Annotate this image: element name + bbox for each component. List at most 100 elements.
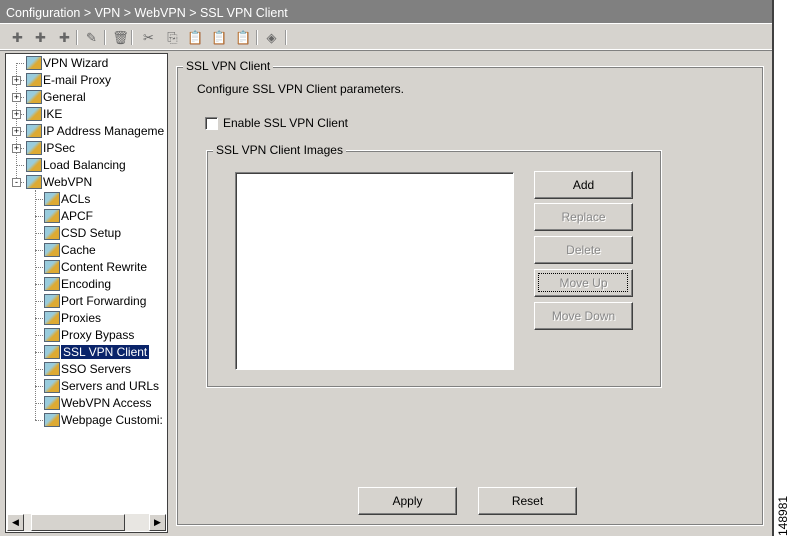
tree-line — [35, 284, 43, 285]
tree-line — [35, 267, 43, 268]
tree-item[interactable]: Port Forwarding — [44, 293, 146, 310]
reset-button[interactable]: Reset — [478, 487, 577, 515]
expand-icon[interactable]: + — [12, 93, 21, 102]
expand-icon[interactable]: + — [12, 144, 21, 153]
tree-line — [16, 63, 24, 64]
tree-item[interactable]: Encoding — [44, 276, 111, 293]
tree-item[interactable]: IKE — [26, 106, 62, 123]
toolbar-separator — [76, 30, 78, 45]
tree-item-label: IP Address Manageme — [43, 124, 165, 138]
tree-item[interactable]: IP Address Manageme — [26, 123, 164, 140]
tree-line — [35, 403, 43, 404]
tree-line — [35, 250, 43, 251]
tree-item[interactable]: Proxy Bypass — [44, 327, 134, 344]
images-listbox[interactable] — [235, 172, 514, 370]
enable-ssl-vpn-client-checkbox[interactable]: Enable SSL VPN Client — [205, 116, 348, 130]
tree-node-icon — [44, 311, 60, 325]
cut-icon[interactable]: ✂ — [140, 29, 157, 46]
tree-node-icon — [26, 175, 42, 189]
tree-line — [35, 318, 43, 319]
add-icon[interactable]: ✚ — [9, 29, 26, 46]
insert-icon[interactable]: ✚ — [32, 29, 49, 46]
tree-item[interactable]: General — [26, 89, 86, 106]
tree-item[interactable]: WebVPN Access — [44, 395, 151, 412]
add-button[interactable]: Add — [534, 171, 633, 199]
scroll-right-button[interactable]: ▶ — [149, 514, 166, 531]
tree-item[interactable]: APCF — [44, 208, 93, 225]
tree-item[interactable]: CSD Setup — [44, 225, 121, 242]
paste-before-icon[interactable]: 📋 — [235, 29, 252, 46]
tree-node-icon — [44, 379, 60, 393]
tree-node-icon — [26, 90, 42, 104]
paste-after-icon[interactable]: 📋 — [211, 29, 228, 46]
tree-item-label: Encoding — [61, 277, 112, 291]
tree-item[interactable]: SSL VPN Client — [44, 344, 150, 361]
apply-button[interactable]: Apply — [358, 487, 457, 515]
tree-line — [35, 335, 43, 336]
edit-icon[interactable]: ✎ — [83, 29, 100, 46]
insert-after-icon[interactable]: ✚ — [56, 29, 73, 46]
tree-item[interactable]: WebVPN — [26, 174, 92, 191]
delete-icon[interactable]: 🗑 — [112, 29, 129, 46]
tree-item-label: Proxy Bypass — [61, 328, 135, 342]
tree-node-icon — [44, 396, 60, 410]
tree-item[interactable]: Servers and URLs — [44, 378, 159, 395]
tree-line — [35, 233, 43, 234]
tree-item[interactable]: ACLs — [44, 191, 90, 208]
find-icon[interactable]: ◈ — [263, 29, 280, 46]
images-group-title: SSL VPN Client Images — [213, 143, 346, 157]
toolbar-separator — [256, 30, 258, 45]
move-up-button[interactable]: Move Up — [534, 269, 633, 297]
horizontal-scrollbar[interactable]: ◀ ▶ — [7, 514, 166, 531]
tree-item[interactable]: Load Balancing — [26, 157, 126, 174]
tree-node-icon — [44, 192, 60, 206]
tree-node-icon — [26, 56, 42, 70]
checkbox-box[interactable] — [205, 116, 218, 130]
toolbar: ✚ ✚ ✚ ✎ 🗑 ✂ ⎘ 📋 📋 📋 ◈ — [0, 25, 772, 50]
navigation-tree[interactable]: VPN Wizard E-mail Proxy + General + IKE + IP Ad… — [5, 53, 168, 533]
expand-icon[interactable]: + — [12, 127, 21, 136]
tree-item-label: Webpage Customi: — [61, 413, 163, 427]
tree-item[interactable]: Proxies — [44, 310, 101, 327]
tree-line — [35, 369, 43, 370]
tree-node-icon — [44, 260, 60, 274]
scroll-left-button[interactable]: ◀ — [7, 514, 24, 531]
tree-item[interactable]: Content Rewrite — [44, 259, 147, 276]
tree-node-icon — [26, 73, 42, 87]
tree-item[interactable]: SSO Servers — [44, 361, 131, 378]
collapse-icon[interactable]: - — [12, 178, 21, 187]
tree-item-label: WebVPN — [43, 175, 93, 189]
copy-icon[interactable]: ⎘ — [164, 29, 181, 46]
tree-node-icon — [26, 107, 42, 121]
tree-node-icon — [44, 413, 60, 427]
tree-item-label: Servers and URLs — [61, 379, 160, 393]
paste-icon[interactable]: 📋 — [187, 29, 204, 46]
tree-item-label: APCF — [61, 209, 94, 223]
tree-item-label: E-mail Proxy — [43, 73, 112, 87]
tree-node-icon — [44, 226, 60, 240]
group-title: SSL VPN Client — [183, 59, 274, 73]
tree-item-label: VPN Wizard — [43, 56, 109, 70]
replace-button[interactable]: Replace — [534, 203, 633, 231]
toolbar-separator — [285, 30, 287, 45]
scroll-thumb[interactable] — [31, 514, 125, 531]
tree-node-icon — [26, 141, 42, 155]
tree-item-label: General — [43, 90, 86, 104]
breadcrumb: Configuration > VPN > WebVPN > SSL VPN C… — [0, 0, 772, 24]
tree-node-icon — [26, 124, 42, 138]
tree-item-label: SSO Servers — [61, 362, 132, 376]
tree-item-label: IPSec — [43, 141, 76, 155]
toolbar-separator — [104, 30, 106, 45]
tree-item[interactable]: Webpage Customi: — [44, 412, 163, 429]
move-down-button[interactable]: Move Down — [534, 302, 633, 330]
tree-item[interactable]: Cache — [44, 242, 96, 259]
tree-node-icon — [44, 362, 60, 376]
delete-button[interactable]: Delete — [534, 236, 633, 264]
expand-icon[interactable]: + — [12, 110, 21, 119]
tree-item[interactable]: VPN Wizard — [26, 55, 108, 72]
tree-item-label: SSL VPN Client — [61, 345, 150, 359]
tree-item[interactable]: IPSec — [26, 140, 75, 157]
tree-line — [35, 352, 43, 353]
expand-icon[interactable]: + — [12, 76, 21, 85]
tree-item[interactable]: E-mail Proxy — [26, 72, 111, 89]
